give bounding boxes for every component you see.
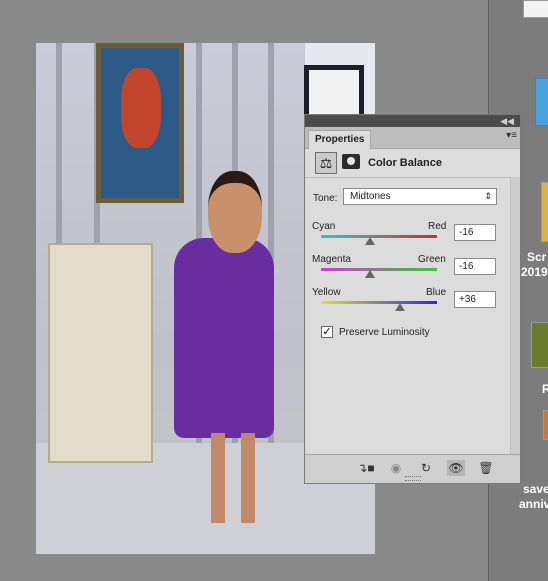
yellow-blue-slider-track[interactable] [321, 301, 437, 304]
visibility-eye-icon[interactable]: 👁 [447, 460, 465, 476]
magenta-label: Magenta [312, 254, 351, 265]
magenta-green-slider-track[interactable] [321, 268, 437, 271]
cyan-red-slider-thumb[interactable] [364, 237, 375, 245]
yellow-blue-value-field[interactable]: +36 [454, 291, 496, 308]
preserve-luminosity-label: Preserve Luminosity [339, 327, 430, 338]
panel-title-bar[interactable]: ◀◀ [305, 115, 520, 127]
preserve-luminosity-checkbox[interactable]: ✓ [321, 326, 333, 338]
magenta-green-slider-thumb[interactable] [364, 270, 375, 278]
photo-file-icon[interactable] [543, 410, 548, 440]
tone-label: Tone: [313, 193, 338, 204]
cyan-red-slider-track[interactable] [321, 235, 437, 238]
panel-scrollbar[interactable] [510, 177, 520, 457]
panel-menu-icon[interactable]: ▾≡ [506, 130, 517, 141]
properties-panel: ◀◀ Properties ▾≡ ⚖ Color Balance Tone: M… [304, 114, 521, 484]
magenta-green-value-field[interactable]: -16 [454, 258, 496, 275]
blue-label: Blue [426, 287, 447, 298]
reset-icon[interactable]: ↻ [417, 460, 435, 476]
collapse-icon[interactable]: ◀◀ [500, 115, 514, 127]
resize-grip[interactable] [405, 476, 421, 481]
adjustment-title: Color Balance [368, 157, 442, 169]
desktop-label-5: anniv [519, 497, 548, 511]
desktop-label-4: save [523, 482, 548, 496]
cyan-red-value-field[interactable]: -16 [454, 224, 496, 241]
view-previous-state-icon[interactable]: ◉ [387, 460, 405, 476]
yellow-blue-slider-thumb[interactable] [394, 303, 405, 311]
screenshot-file-icon[interactable] [541, 182, 548, 242]
tone-dropdown[interactable]: Midtones ⇕ [343, 188, 497, 205]
desktop-label-1: Scr [527, 250, 547, 264]
image-file-icon[interactable] [531, 322, 548, 368]
dropdown-arrow-icon: ⇕ [484, 191, 492, 201]
desktop-label-2: 2019- [521, 265, 548, 279]
folder-icon[interactable] [535, 78, 548, 126]
panel-tab-bar: Properties ▾≡ [305, 127, 520, 149]
yellow-label: Yellow [312, 287, 341, 298]
green-label: Green [418, 254, 446, 265]
tab-properties[interactable]: Properties [308, 130, 372, 149]
adjustment-header: ⚖ Color Balance [305, 148, 520, 178]
layer-mask-icon[interactable] [342, 154, 360, 169]
desktop-file-icon[interactable] [523, 0, 548, 18]
color-balance-icon[interactable]: ⚖ [315, 152, 337, 174]
trash-icon[interactable]: 🗑 [477, 460, 495, 476]
clip-to-layer-icon[interactable]: ↴■ [357, 460, 375, 476]
desktop-label-3: R [542, 382, 548, 396]
panel-bottom-bar: ↴■ ◉ ↻ 👁 🗑 [305, 454, 520, 483]
red-label: Red [428, 221, 447, 232]
tone-value: Midtones [350, 191, 391, 202]
cyan-label: Cyan [312, 221, 336, 232]
